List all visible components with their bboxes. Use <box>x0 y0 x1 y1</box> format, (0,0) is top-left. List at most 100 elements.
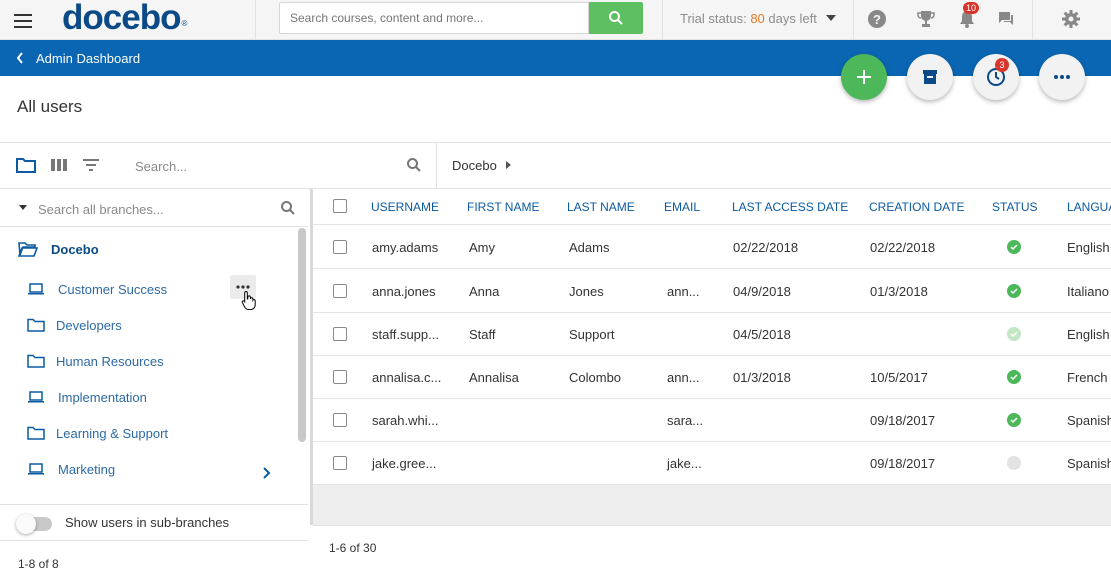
users-table: USERNAME FIRST NAME LAST NAME EMAIL LAST… <box>313 189 1111 525</box>
search-icon[interactable] <box>278 199 298 217</box>
user-search-input[interactable] <box>135 154 405 178</box>
table-row[interactable]: staff.supp... Staff Support 04/5/2018 En… <box>313 313 1111 356</box>
tree-item-customer-success[interactable]: Customer Success <box>27 279 167 299</box>
docebo-logo[interactable]: docebo® <box>62 0 187 36</box>
more-icon <box>1054 75 1070 79</box>
tree-item-label: Human Resources <box>56 353 164 369</box>
chat-icon[interactable] <box>995 8 1017 30</box>
cell-username: amy.adams <box>372 240 439 255</box>
trophy-icon[interactable] <box>915 8 937 30</box>
branch-search-input[interactable] <box>38 198 278 220</box>
status-inactive-icon <box>1007 456 1021 470</box>
cell-username: staff.supp... <box>372 327 439 342</box>
folder-icon <box>27 426 45 440</box>
row-checkbox[interactable] <box>333 327 347 341</box>
table-header-row: USERNAME FIRST NAME LAST NAME EMAIL LAST… <box>313 189 1111 225</box>
status-active-icon <box>1007 413 1021 427</box>
cell-last-access: 04/5/2018 <box>733 327 791 342</box>
toolbar-divider <box>436 143 437 188</box>
tree-item-marketing[interactable]: Marketing <box>27 459 115 479</box>
cell-language: Italiano <box>1067 284 1109 299</box>
cell-first-name: Staff <box>469 327 496 342</box>
trial-prefix: Trial status: <box>680 11 751 26</box>
back-link-label: Admin Dashboard <box>36 50 141 66</box>
tree-root-label: Docebo <box>51 241 99 257</box>
column-header-first-name[interactable]: FIRST NAME <box>467 200 539 214</box>
tree-item-developers[interactable]: Developers <box>27 315 122 335</box>
menu-icon[interactable] <box>14 11 36 29</box>
global-search-button[interactable] <box>589 2 643 34</box>
tree-scrollbar[interactable] <box>298 228 306 442</box>
chevron-right-icon[interactable] <box>262 466 272 483</box>
status-active-icon <box>1007 284 1021 298</box>
select-all-checkbox[interactable] <box>333 199 347 213</box>
more-actions-button[interactable] <box>1039 54 1085 100</box>
sub-branches-toggle[interactable] <box>16 514 52 534</box>
table-row[interactable]: anna.jones Anna Jones ann... 04/9/2018 0… <box>313 270 1111 313</box>
cell-username: annalisa.c... <box>372 370 442 385</box>
row-checkbox[interactable] <box>333 456 347 470</box>
cell-email: ann... <box>667 284 700 299</box>
add-user-button[interactable] <box>841 54 887 100</box>
cell-email: ann... <box>667 370 700 385</box>
tree-root-docebo[interactable]: Docebo <box>18 239 99 259</box>
column-header-username[interactable]: USERNAME <box>371 200 439 214</box>
filter-icon[interactable] <box>81 156 101 174</box>
sub-branches-toggle-label: Show users in sub-branches <box>65 515 230 530</box>
cell-last-name: Adams <box>569 240 610 255</box>
caret-down-icon[interactable] <box>19 205 27 210</box>
notification-badge: 10 <box>963 2 980 14</box>
table-row[interactable]: amy.adams Amy Adams 02/22/2018 02/22/201… <box>313 226 1111 269</box>
status-active-icon <box>1007 240 1021 254</box>
cell-language: English <box>1067 327 1110 342</box>
folder-open-icon <box>18 242 38 257</box>
table-row[interactable]: sarah.whi... sara... 09/18/2017 Spanish <box>313 399 1111 442</box>
archive-button[interactable] <box>907 54 953 100</box>
page-title: All users <box>17 97 83 116</box>
tree-item-learning-support[interactable]: Learning & Support <box>27 423 168 443</box>
breadcrumb[interactable]: Docebo <box>452 158 497 173</box>
table-row[interactable]: jake.gree... jake... 09/18/2017 Spanish <box>313 442 1111 485</box>
row-checkbox[interactable] <box>333 284 347 298</box>
row-checkbox[interactable] <box>333 413 347 427</box>
cell-username: anna.jones <box>372 284 436 299</box>
search-icon[interactable] <box>404 156 424 174</box>
columns-icon[interactable] <box>49 156 69 174</box>
column-header-creation-date[interactable]: CREATION DATE <box>869 200 965 214</box>
folder-view-icon[interactable] <box>16 156 36 174</box>
chevron-left-icon <box>16 52 23 64</box>
cell-language: Spanish <box>1067 456 1111 471</box>
global-search-input[interactable] <box>279 2 589 34</box>
gear-icon[interactable] <box>1060 8 1082 30</box>
back-to-admin-dashboard-link[interactable]: Admin Dashboard <box>16 40 140 76</box>
cell-email: jake... <box>667 456 702 471</box>
column-header-status[interactable]: STATUS <box>992 200 1038 214</box>
header-divider <box>1032 0 1033 40</box>
tree-item-implementation[interactable]: Implementation <box>27 387 147 407</box>
plus-icon <box>857 70 871 84</box>
toggle-knob <box>16 514 36 534</box>
divider <box>0 540 308 541</box>
history-badge: 3 <box>995 58 1009 72</box>
logo-mark: ® <box>181 19 187 28</box>
folder-icon <box>27 318 45 332</box>
trial-dropdown-caret-icon[interactable] <box>826 15 836 21</box>
divider <box>313 525 1111 526</box>
column-header-last-access-date[interactable]: LAST ACCESS DATE <box>732 200 848 214</box>
more-icon <box>236 285 250 289</box>
column-header-email[interactable]: EMAIL <box>664 200 700 214</box>
column-header-language[interactable]: LANGUA <box>1067 200 1111 214</box>
laptop-icon <box>28 391 44 403</box>
cell-creation-date: 09/18/2017 <box>870 456 936 471</box>
column-header-last-name[interactable]: LAST NAME <box>567 200 635 214</box>
branch-count: 1-8 of 8 <box>18 557 59 571</box>
help-icon[interactable]: ? <box>866 8 888 30</box>
tree-item-human-resources[interactable]: Human Resources <box>27 351 164 371</box>
table-row[interactable]: annalisa.c... Annalisa Colombo ann... 01… <box>313 356 1111 399</box>
tree-item-label: Marketing <box>58 461 116 477</box>
row-checkbox[interactable] <box>333 240 347 254</box>
laptop-icon <box>28 283 44 295</box>
header-divider <box>662 0 663 40</box>
top-header: docebo® Trial status: 80 days left ? 10 <box>0 0 1111 40</box>
row-checkbox[interactable] <box>333 370 347 384</box>
